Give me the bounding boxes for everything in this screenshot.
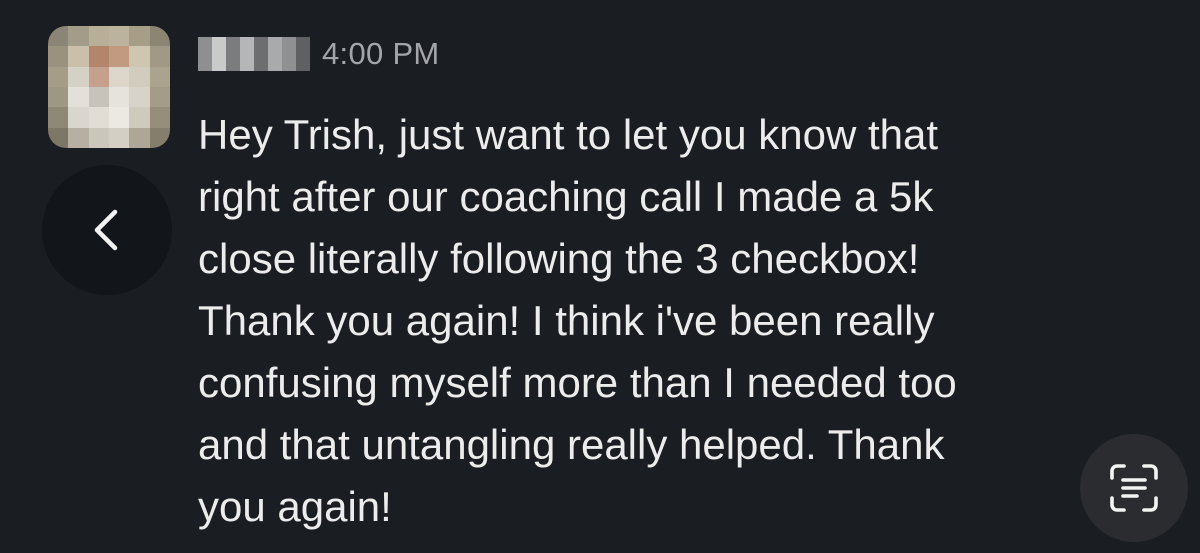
- text-scan-icon: [1110, 464, 1158, 512]
- live-text-button[interactable]: [1080, 434, 1188, 542]
- avatar[interactable]: [48, 26, 170, 148]
- back-button[interactable]: [42, 165, 172, 295]
- message-line: Thank you again! I think i've been reall…: [198, 297, 935, 344]
- message-line: Hey Trish, just want to let you know tha…: [198, 111, 939, 158]
- message-screen: 4:00 PM Hey Trish, just want to let you …: [0, 0, 1200, 553]
- message-line: and that untangling really helped. Thank: [198, 421, 945, 468]
- message-timestamp: 4:00 PM: [322, 36, 440, 71]
- sender-name-redacted[interactable]: [198, 37, 310, 71]
- message-line: close literally following the 3 checkbox…: [198, 235, 920, 282]
- message-header: 4:00 PM: [198, 36, 440, 72]
- message-line: you again!: [198, 483, 392, 530]
- message-line: confusing myself more than I needed too: [198, 359, 957, 406]
- message-body: Hey Trish, just want to let you know tha…: [198, 104, 1158, 538]
- message-line: right after our coaching call I made a 5…: [198, 173, 934, 220]
- chevron-left-icon: [94, 209, 118, 251]
